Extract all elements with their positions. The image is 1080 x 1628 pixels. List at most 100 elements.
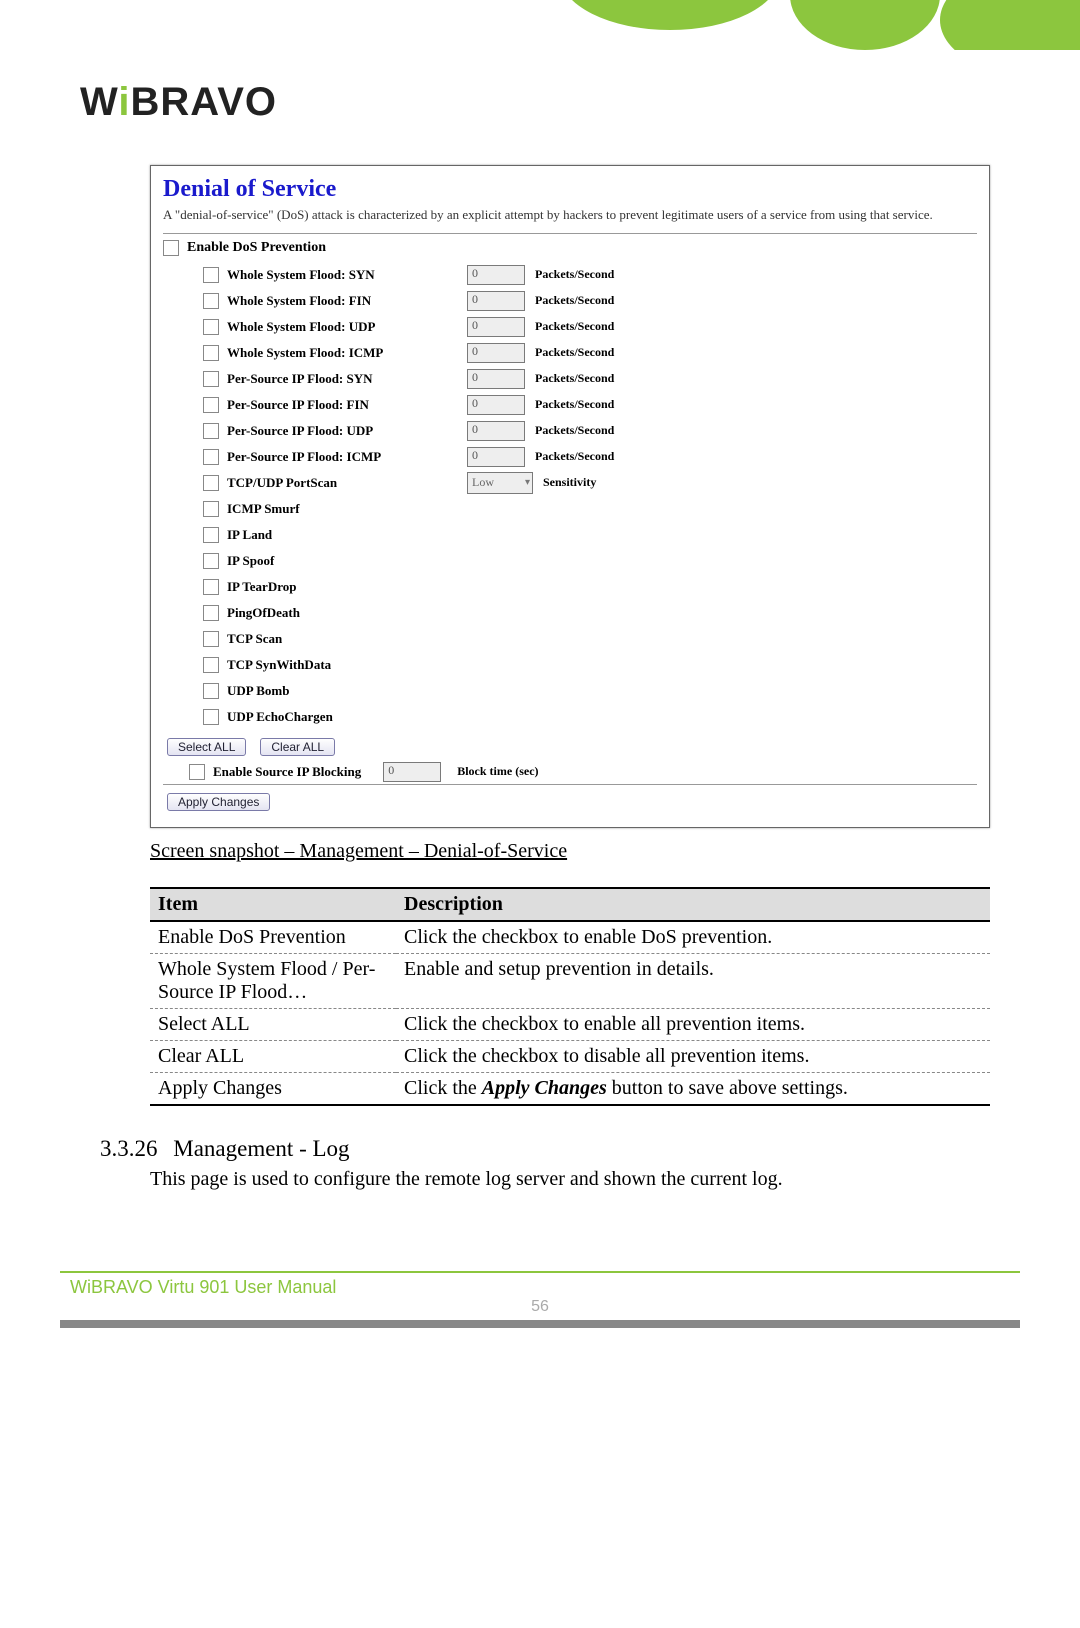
screenshot-caption: Screen snapshot – Management – Denial-of… bbox=[150, 840, 990, 863]
section-body: This page is used to configure the remot… bbox=[150, 1168, 990, 1191]
option-checkbox[interactable] bbox=[203, 657, 219, 673]
option-row: TCP Scan bbox=[203, 626, 977, 652]
table-row: Apply ChangesClick the Apply Changes but… bbox=[150, 1072, 990, 1105]
table-row: Select ALLClick the checkbox to enable a… bbox=[150, 1008, 990, 1040]
option-row: Whole System Flood: UDP0Packets/Second bbox=[203, 314, 977, 340]
option-checkbox[interactable] bbox=[203, 501, 219, 517]
option-row: Whole System Flood: SYN0 Packets/Second bbox=[203, 262, 977, 288]
block-time-unit: Block time (sec) bbox=[457, 764, 538, 779]
option-row: IP Land bbox=[203, 522, 977, 548]
option-label: IP TearDrop bbox=[227, 579, 467, 595]
item-cell: Clear ALL bbox=[150, 1040, 396, 1072]
option-unit: Packets/Second bbox=[535, 345, 614, 360]
option-unit: Packets/Second bbox=[535, 423, 614, 438]
option-label: Per-Source IP Flood: FIN bbox=[227, 397, 467, 413]
option-unit: Packets/Second bbox=[535, 319, 614, 334]
option-checkbox[interactable] bbox=[203, 631, 219, 647]
table-row: Clear ALLClick the checkbox to disable a… bbox=[150, 1040, 990, 1072]
description-cell: Click the checkbox to enable DoS prevent… bbox=[396, 921, 990, 954]
option-checkbox[interactable] bbox=[203, 293, 219, 309]
option-row: TCP/UDP PortScanLow Sensitivity bbox=[203, 470, 977, 496]
option-label: Whole System Flood: FIN bbox=[227, 293, 467, 309]
option-label: TCP Scan bbox=[227, 631, 467, 647]
option-label: UDP EchoChargen bbox=[227, 709, 467, 725]
option-label: IP Spoof bbox=[227, 553, 467, 569]
option-row: PingOfDeath bbox=[203, 600, 977, 626]
option-label: Per-Source IP Flood: SYN bbox=[227, 371, 467, 387]
brand-logo: WiBRAVO bbox=[80, 80, 1080, 125]
block-time-input[interactable]: 0 bbox=[383, 762, 441, 782]
panel-title: Denial of Service bbox=[163, 176, 977, 203]
option-row: Per-Source IP Flood: UDP0 Packets/Second bbox=[203, 418, 977, 444]
sensitivity-dropdown[interactable]: Low bbox=[467, 472, 533, 494]
page-number: 56 bbox=[60, 1298, 1020, 1316]
option-checkbox[interactable] bbox=[203, 319, 219, 335]
option-label: PingOfDeath bbox=[227, 605, 467, 621]
description-cell: Enable and setup prevention in details. bbox=[396, 953, 990, 1008]
clear-all-button[interactable]: Clear ALL bbox=[260, 738, 335, 756]
option-checkbox[interactable] bbox=[203, 371, 219, 387]
table-header-item: Item bbox=[150, 888, 396, 921]
option-row: UDP Bomb bbox=[203, 678, 977, 704]
panel-description: A "denial-of-service" (DoS) attack is ch… bbox=[163, 207, 977, 223]
option-checkbox[interactable] bbox=[203, 527, 219, 543]
item-cell: Select ALL bbox=[150, 1008, 396, 1040]
option-label: IP Land bbox=[227, 527, 467, 543]
option-row: IP TearDrop bbox=[203, 574, 977, 600]
option-label: TCP SynWithData bbox=[227, 657, 467, 673]
source-ip-blocking-checkbox[interactable] bbox=[189, 764, 205, 780]
option-checkbox[interactable] bbox=[203, 449, 219, 465]
option-row: Whole System Flood: ICMP0Packets/Second bbox=[203, 340, 977, 366]
option-value-input[interactable]: 0 bbox=[467, 369, 525, 389]
option-value-input[interactable]: 0 bbox=[467, 395, 525, 415]
option-checkbox[interactable] bbox=[203, 345, 219, 361]
option-checkbox[interactable] bbox=[203, 605, 219, 621]
footer-text: WiBRAVO Virtu 901 User Manual bbox=[70, 1277, 1020, 1298]
option-value-input[interactable]: 0 bbox=[467, 421, 525, 441]
item-cell: Enable DoS Prevention bbox=[150, 921, 396, 954]
option-checkbox[interactable] bbox=[203, 397, 219, 413]
option-value-input[interactable]: 0 bbox=[467, 291, 525, 311]
option-unit: Packets/Second bbox=[535, 267, 614, 282]
option-checkbox[interactable] bbox=[203, 709, 219, 725]
option-row: Whole System Flood: FIN0Packets/Second bbox=[203, 288, 977, 314]
option-unit: Packets/Second bbox=[535, 449, 614, 464]
description-cell: Click the checkbox to disable all preven… bbox=[396, 1040, 990, 1072]
option-unit: Packets/Second bbox=[535, 397, 614, 412]
option-row: Per-Source IP Flood: ICMP0 Packets/Second bbox=[203, 444, 977, 470]
option-checkbox[interactable] bbox=[203, 475, 219, 491]
page-footer: WiBRAVO Virtu 901 User Manual 56 bbox=[0, 1271, 1080, 1348]
option-checkbox[interactable] bbox=[203, 267, 219, 283]
section-title: Management - Log bbox=[173, 1136, 349, 1161]
option-label: TCP/UDP PortScan bbox=[227, 475, 467, 491]
option-label: Per-Source IP Flood: UDP bbox=[227, 423, 467, 439]
option-label: Per-Source IP Flood: ICMP bbox=[227, 449, 467, 465]
header-decoration bbox=[0, 0, 1080, 50]
option-row: ICMP Smurf bbox=[203, 496, 977, 522]
section-number: 3.3.26 bbox=[100, 1136, 158, 1162]
option-value-input[interactable]: 0 bbox=[467, 343, 525, 363]
option-unit: Sensitivity bbox=[543, 475, 596, 490]
option-checkbox[interactable] bbox=[203, 553, 219, 569]
option-checkbox[interactable] bbox=[203, 683, 219, 699]
option-checkbox[interactable] bbox=[203, 579, 219, 595]
description-table: Item Description Enable DoS PreventionCl… bbox=[150, 887, 990, 1106]
screenshot-panel: Denial of Service A "denial-of-service" … bbox=[150, 165, 990, 828]
option-value-input[interactable]: 0 bbox=[467, 317, 525, 337]
divider bbox=[163, 784, 977, 785]
option-label: ICMP Smurf bbox=[227, 501, 467, 517]
enable-dos-label: Enable DoS Prevention bbox=[187, 240, 326, 256]
item-cell: Apply Changes bbox=[150, 1072, 396, 1105]
enable-dos-checkbox[interactable] bbox=[163, 240, 179, 256]
option-checkbox[interactable] bbox=[203, 423, 219, 439]
option-value-input[interactable]: 0 bbox=[467, 265, 525, 285]
option-row: IP Spoof bbox=[203, 548, 977, 574]
apply-changes-button[interactable]: Apply Changes bbox=[167, 793, 270, 811]
option-label: Whole System Flood: SYN bbox=[227, 267, 467, 283]
description-cell: Click the Apply Changes button to save a… bbox=[396, 1072, 990, 1105]
item-cell: Whole System Flood / Per-Source IP Flood… bbox=[150, 953, 396, 1008]
option-value-input[interactable]: 0 bbox=[467, 447, 525, 467]
select-all-button[interactable]: Select ALL bbox=[167, 738, 246, 756]
option-label: UDP Bomb bbox=[227, 683, 467, 699]
description-cell: Click the checkbox to enable all prevent… bbox=[396, 1008, 990, 1040]
